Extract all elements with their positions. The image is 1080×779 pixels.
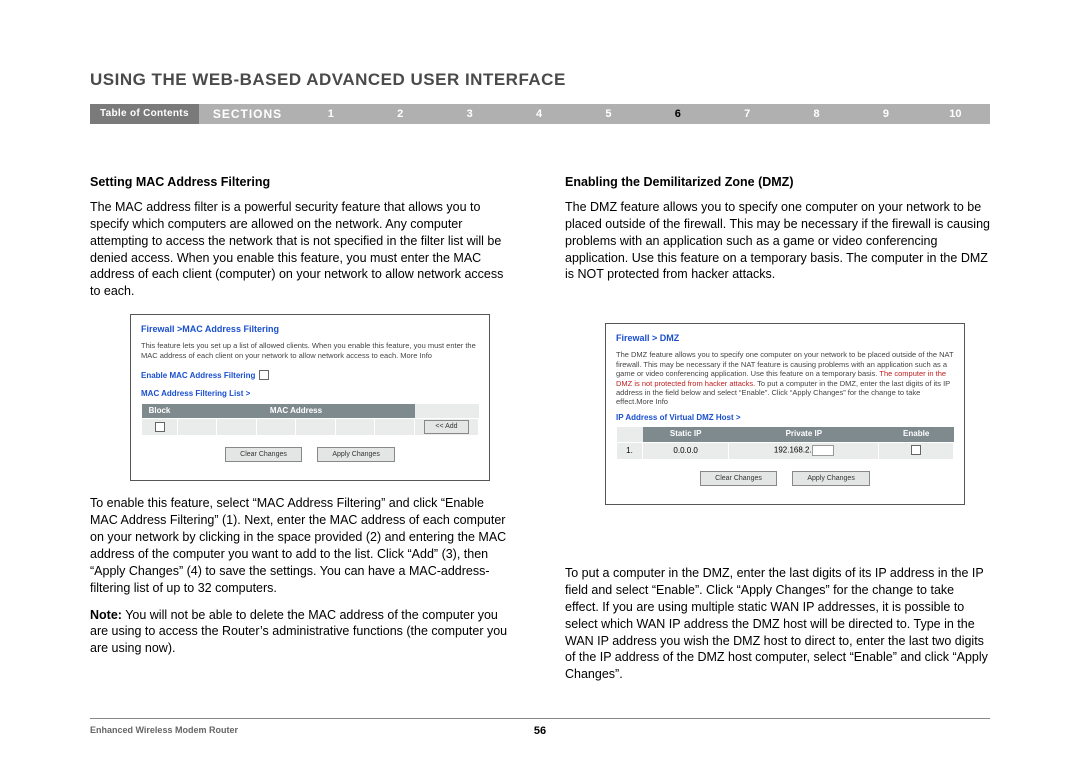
mac-octet-5[interactable] <box>335 419 374 435</box>
mac-octet-4[interactable] <box>296 419 335 435</box>
mac-apply-button[interactable]: Apply Changes <box>317 447 394 462</box>
dmz-th-private: Private IP <box>729 427 879 442</box>
dmz-ip-label: IP Address of Virtual DMZ Host > <box>616 413 954 424</box>
enable-mac-checkbox[interactable] <box>259 370 269 380</box>
mac-octet-2[interactable] <box>217 419 256 435</box>
left-heading: Setting MAC Address Filtering <box>90 174 515 191</box>
mac-octet-1[interactable] <box>178 419 217 435</box>
enable-mac-label: Enable MAC Address Filtering <box>141 371 255 380</box>
nav-section-5[interactable]: 5 <box>574 104 643 124</box>
dmz-row: 1. 0.0.0.0 192.168.2. <box>617 443 954 459</box>
mac-list-label: MAC Address Filtering List > <box>141 389 479 400</box>
left-p1: The MAC address filter is a powerful sec… <box>90 199 515 300</box>
dmz-panel-desc: The DMZ feature allows you to specify on… <box>616 350 954 406</box>
right-heading: Enabling the Demilitarized Zone (DMZ) <box>565 174 990 191</box>
dmz-apply-button[interactable]: Apply Changes <box>792 471 869 486</box>
mac-filter-panel: Firewall >MAC Address Filtering This fea… <box>130 314 490 481</box>
mac-octet-6[interactable] <box>375 419 415 435</box>
page-title: USING THE WEB-BASED ADVANCED USER INTERF… <box>90 70 990 90</box>
mac-th-block: Block <box>142 404 178 419</box>
nav-section-6[interactable]: 6 <box>643 104 712 124</box>
section-navbar: Table of Contents SECTIONS 1 2 3 4 5 6 7… <box>90 104 990 124</box>
mac-panel-desc: This feature lets you set up a list of a… <box>141 341 479 360</box>
nav-section-10[interactable]: 10 <box>921 104 990 124</box>
dmz-enable-checkbox[interactable] <box>911 445 921 455</box>
nav-section-1[interactable]: 1 <box>296 104 365 124</box>
mac-row-checkbox[interactable] <box>155 422 165 432</box>
nav-section-4[interactable]: 4 <box>504 104 573 124</box>
left-p2: To enable this feature, select “MAC Addr… <box>90 495 515 596</box>
nav-section-3[interactable]: 3 <box>435 104 504 124</box>
mac-th-address: MAC Address <box>178 404 415 419</box>
dmz-th-static: Static IP <box>643 427 729 442</box>
nav-section-7[interactable]: 7 <box>713 104 782 124</box>
mac-table: Block MAC Address << Add <box>141 404 479 436</box>
dmz-table: Static IP Private IP Enable 1. 0.0.0.0 1… <box>616 427 954 459</box>
mac-add-button[interactable]: << Add <box>424 420 468 433</box>
nav-section-9[interactable]: 9 <box>851 104 920 124</box>
dmz-panel: Firewall > DMZ The DMZ feature allows yo… <box>605 323 965 505</box>
left-column: Setting MAC Address Filtering The MAC ad… <box>90 174 515 693</box>
footer-page-number: 56 <box>534 725 546 737</box>
mac-clear-button[interactable]: Clear Changes <box>225 447 302 462</box>
right-column: Enabling the Demilitarized Zone (DMZ) Th… <box>565 174 990 693</box>
dmz-private-ip[interactable]: 192.168.2. <box>729 443 879 459</box>
mac-panel-title: Firewall >MAC Address Filtering <box>141 323 479 335</box>
right-p1: The DMZ feature allows you to specify on… <box>565 199 990 283</box>
dmz-clear-button[interactable]: Clear Changes <box>700 471 777 486</box>
nav-toc[interactable]: Table of Contents <box>90 104 199 124</box>
nav-section-2[interactable]: 2 <box>366 104 435 124</box>
nav-section-8[interactable]: 8 <box>782 104 851 124</box>
page-footer: Enhanced Wireless Modem Router 56 <box>90 718 990 735</box>
dmz-static-ip[interactable]: 0.0.0.0 <box>643 443 729 459</box>
left-p3: Note: You will not be able to delete the… <box>90 607 515 658</box>
dmz-th-enable: Enable <box>879 427 954 442</box>
mac-row: << Add <box>142 419 479 435</box>
dmz-row-num: 1. <box>617 443 643 459</box>
mac-octet-3[interactable] <box>256 419 295 435</box>
dmz-panel-title: Firewall > DMZ <box>616 332 954 344</box>
nav-sections-label: SECTIONS <box>199 104 296 124</box>
right-p2: To put a computer in the DMZ, enter the … <box>565 565 990 683</box>
